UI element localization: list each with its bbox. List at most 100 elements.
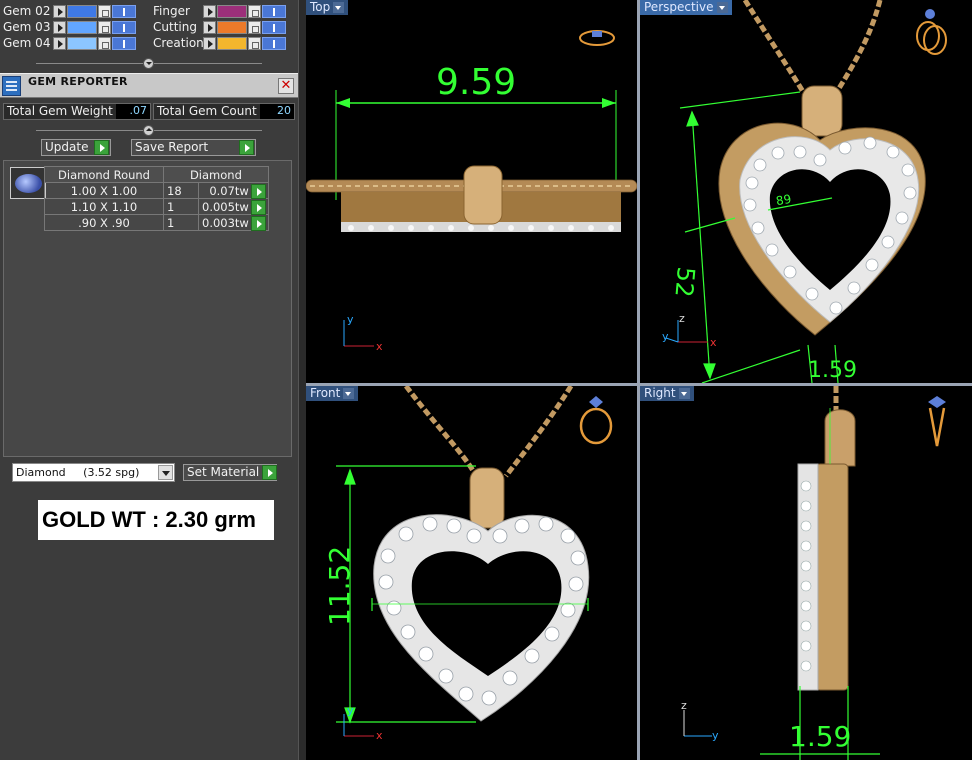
perspective-dimension-height: 52 [669,265,700,299]
layer-row-gem-02[interactable]: Gem 02 [3,3,136,19]
total-gem-weight-value: .07 [116,104,150,119]
table-row[interactable]: .90 X .90 1 0.003tw [44,214,269,231]
perspective-dimension-inner: 89 [774,191,793,209]
viewport-right[interactable]: 1.59 z y Right [640,386,972,760]
expand-arrow-icon[interactable] [203,20,216,34]
layer-color-swatch[interactable] [67,20,97,34]
layer-label: Creation [153,36,204,50]
gem-list-panel: Diamond Round Diamond 1.00 X 1.00 18 0.0… [3,160,292,457]
lock-icon[interactable] [98,36,111,50]
layer-color-swatch[interactable] [67,36,97,50]
lock-icon[interactable] [98,4,111,18]
right-dimension-label: 1.59 [789,720,852,753]
viewport-label-front[interactable]: Front [306,386,359,401]
total-gem-weight-label: Total Gem Weight [7,104,113,118]
layer-color-swatch[interactable] [217,36,247,50]
lock-icon[interactable] [248,4,261,18]
layer-color-swatch[interactable] [67,4,97,18]
axis-x-label: x [710,336,717,349]
gem-count: 1 [163,214,199,231]
visibility-toggle[interactable] [112,4,136,18]
set-material-go-icon[interactable] [262,465,277,480]
expand-arrow-icon[interactable] [203,36,216,50]
viewport-label-perspective[interactable]: Perspective [640,0,732,15]
collapse-toggle-icon[interactable] [143,125,154,136]
viewport-label-top[interactable]: Top [306,0,349,15]
viewport-name: Perspective [644,0,714,14]
visibility-toggle[interactable] [262,4,286,18]
lock-icon[interactable] [248,20,261,34]
expand-arrow-icon[interactable] [53,20,66,34]
diamond-round-thumbnail[interactable] [10,167,46,199]
lock-icon[interactable] [98,20,111,34]
update-go-icon[interactable] [94,140,109,155]
right-view-render [683,386,946,760]
layer-row-gem-03[interactable]: Gem 03 [3,19,136,35]
layer-row-gem-04[interactable]: Gem 04 [3,35,136,51]
viewport-name: Top [310,0,331,14]
layer-color-swatch[interactable] [217,20,247,34]
gem-reporter-titlebar: GEM REPORTER ✕ [0,73,298,98]
layer-row-cutting[interactable]: Cutting [153,19,286,35]
layer-label: Gem 02 [3,4,51,18]
layer-label: Gem 03 [3,20,51,34]
chevron-down-icon[interactable] [158,465,173,480]
gem-size: 1.00 X 1.00 [44,182,164,199]
row-go-icon[interactable] [251,200,266,215]
lock-icon[interactable] [248,36,261,50]
chevron-down-icon[interactable] [343,388,355,399]
material-select-value: Diamond (3.52 spg) [16,466,140,479]
top-dimension-label: 9.59 [436,62,517,103]
visibility-toggle[interactable] [262,20,286,34]
gem-size: 1.10 X 1.10 [44,198,164,215]
layer-label: Gem 04 [3,36,51,50]
collapse-toggle-icon[interactable] [143,58,154,69]
chevron-down-icon[interactable] [716,2,728,13]
panel-splitter[interactable] [298,0,306,760]
axis-y-label: y [347,704,354,717]
visibility-toggle[interactable] [112,36,136,50]
expand-arrow-icon[interactable] [53,36,66,50]
table-row[interactable]: 1.00 X 1.00 18 0.07tw [44,182,269,199]
save-report-label: Save Report [135,140,209,154]
gem-table-header: Diamond Round Diamond [44,166,269,183]
update-button-label: Update [45,140,89,154]
layer-row-finger[interactable]: Finger [153,3,286,19]
viewport-name: Right [644,386,676,400]
viewport-label-right[interactable]: Right [640,386,694,401]
material-select[interactable]: Diamond (3.52 spg) [12,463,175,482]
visibility-toggle[interactable] [112,20,136,34]
total-gem-count-value: 20 [260,104,294,119]
expand-arrow-icon[interactable] [53,4,66,18]
axis-x-label: x [376,340,383,353]
layer-color-swatch[interactable] [217,4,247,18]
perspective-view-render [665,0,947,383]
viewport-front[interactable]: 11.52 y x Front [306,386,637,760]
row-go-icon[interactable] [251,184,266,199]
layer-label: Cutting [153,20,197,34]
perspective-dimension-depth: 1.59 [808,358,857,383]
gem-size: .90 X .90 [44,214,164,231]
top-view-render [306,30,637,347]
chevron-down-icon[interactable] [333,2,345,13]
diamond-icon [15,174,42,193]
save-report-go-icon[interactable] [239,140,254,155]
chevron-down-icon[interactable] [678,388,690,399]
viewport-perspective[interactable]: 52 1.59 89 z y x Perspective [640,0,972,383]
expand-arrow-icon[interactable] [203,4,216,18]
layer-row-creation[interactable]: Creation [153,35,286,51]
visibility-toggle[interactable] [262,36,286,50]
axis-x-label: x [376,729,383,742]
gem-count: 18 [163,182,199,199]
axis-y-label: y [662,330,669,343]
axis-z-label: z [681,699,687,712]
save-report-button[interactable]: Save Report [131,139,256,156]
row-go-icon[interactable] [251,216,266,231]
close-button[interactable]: ✕ [278,78,294,94]
total-gem-count-label: Total Gem Count [157,104,257,118]
layer-label: Finger [153,4,190,18]
viewport-top[interactable]: 9.59 y x Top [306,0,637,383]
table-row[interactable]: 1.10 X 1.10 1 0.005tw [44,198,269,215]
gem-count: 1 [163,198,199,215]
report-icon [2,76,21,96]
